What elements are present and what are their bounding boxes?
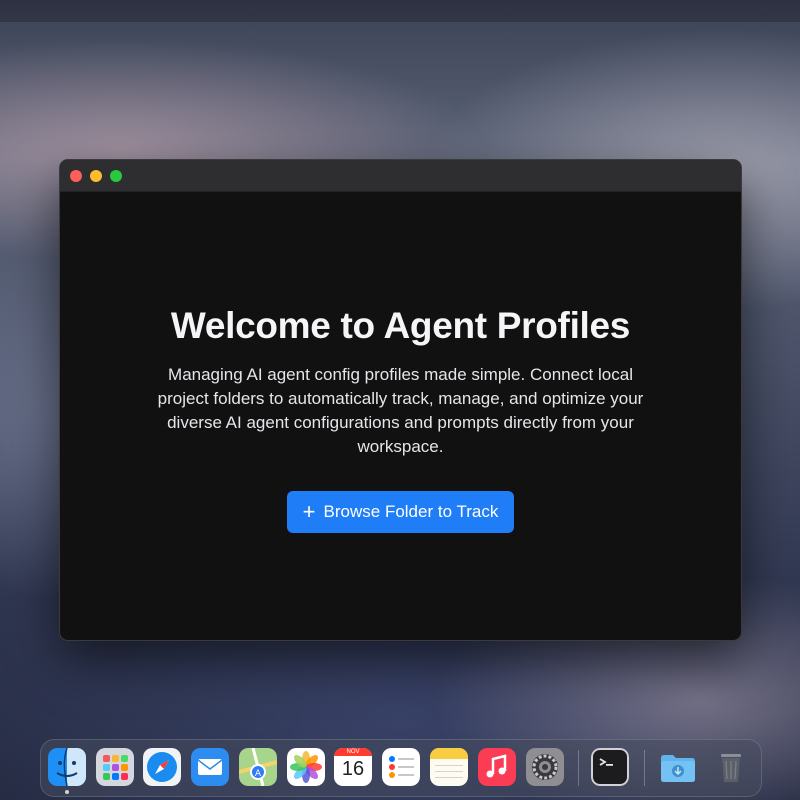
close-window-button[interactable] [70, 170, 82, 182]
terminal-icon[interactable] [591, 748, 629, 786]
calendar-icon[interactable]: NOV 16 [334, 748, 372, 786]
window-titlebar[interactable] [60, 160, 741, 192]
maximize-window-button[interactable] [110, 170, 122, 182]
launchpad-icon[interactable] [96, 748, 134, 786]
trash-icon[interactable] [712, 748, 750, 786]
finder-icon[interactable] [48, 748, 86, 786]
minimize-window-button[interactable] [90, 170, 102, 182]
maps-icon[interactable]: A [239, 748, 277, 786]
dock: A NOV 16 [40, 739, 762, 797]
mail-icon[interactable] [191, 748, 229, 786]
running-indicator [65, 790, 69, 794]
welcome-title: Welcome to Agent Profiles [170, 305, 631, 346]
reminders-icon[interactable] [382, 748, 420, 786]
calendar-day: 16 [341, 758, 365, 780]
svg-text:A: A [255, 769, 262, 779]
dock-separator [644, 750, 645, 786]
downloads-folder-icon[interactable] [659, 748, 697, 786]
menu-bar [0, 0, 800, 22]
safari-icon[interactable] [143, 748, 181, 786]
calendar-month: NOV [334, 748, 372, 756]
welcome-panel: Welcome to Agent Profiles Managing AI ag… [60, 192, 741, 640]
dock-separator [578, 750, 579, 786]
plus-icon: + [302, 499, 316, 524]
photos-icon[interactable] [287, 748, 325, 786]
browse-folder-button-label: Browse Folder to Track [323, 502, 499, 521]
browse-folder-button[interactable]: + Browse Folder to Track [286, 491, 515, 533]
system-settings-icon[interactable] [526, 748, 564, 786]
notes-icon[interactable] [430, 748, 468, 786]
music-icon[interactable] [478, 748, 516, 786]
welcome-description: Managing AI agent config profiles made s… [157, 365, 644, 456]
app-window: Welcome to Agent Profiles Managing AI ag… [59, 159, 742, 641]
